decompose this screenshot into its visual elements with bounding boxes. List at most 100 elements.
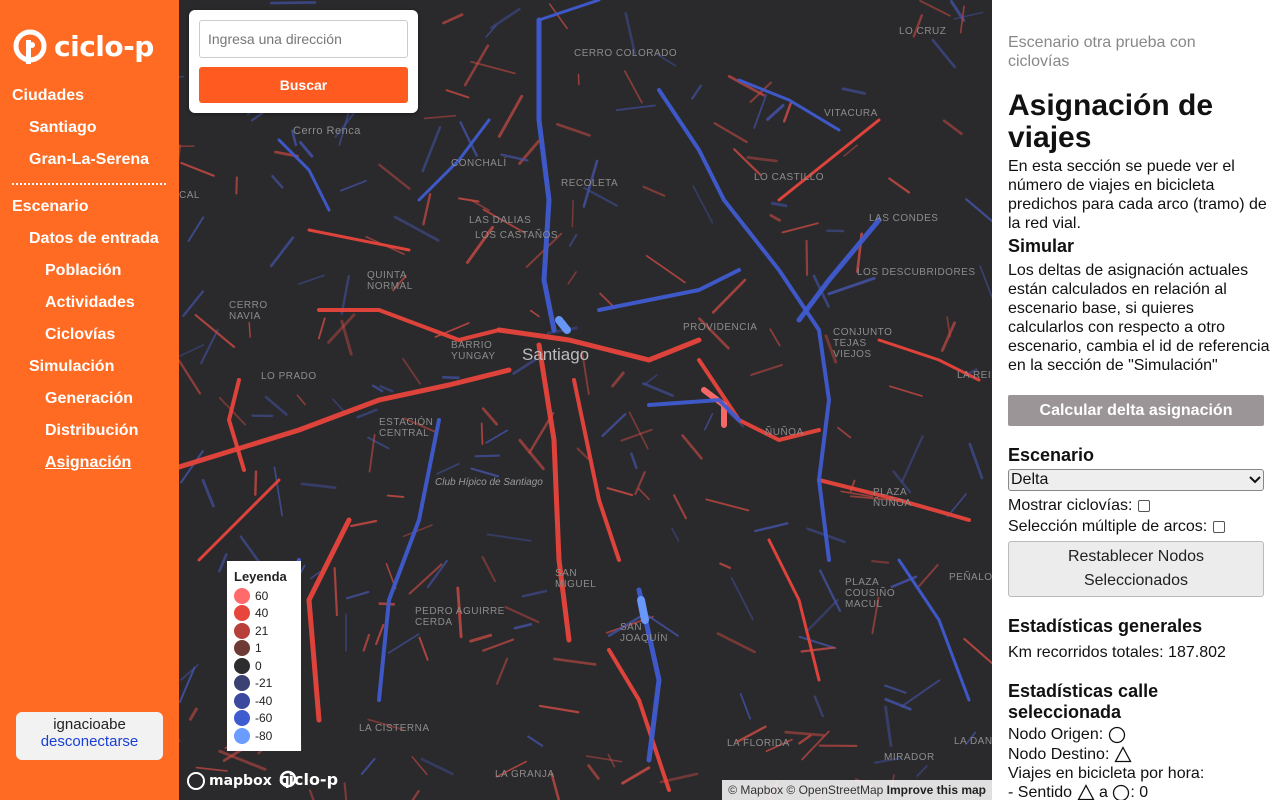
map-legend: Leyenda 60 40 21 1 0 -21 -40 -60 -80 xyxy=(227,561,301,751)
map-label: CONJUNTO TEJAS VIEJOS xyxy=(833,327,893,360)
direction-row: - Sentido a : 0 xyxy=(1008,783,1270,800)
legend-swatch xyxy=(234,710,250,727)
legend-title: Leyenda xyxy=(234,569,287,584)
address-search-input[interactable] xyxy=(199,20,408,58)
sidebar-item-ciudades[interactable]: Ciudades xyxy=(12,87,84,105)
map-label: CAL xyxy=(179,190,200,201)
sidebar-item-actividades[interactable]: Actividades xyxy=(45,294,135,312)
circle-icon xyxy=(1113,784,1130,800)
map-label: LA CISTERNA xyxy=(359,723,430,734)
map-label: PLAZA COUSIÑO MACUL xyxy=(845,577,896,610)
legend-swatch xyxy=(234,640,250,657)
mapbox-logo-text: mapbox xyxy=(209,773,272,789)
legend-item: -40 xyxy=(234,692,294,710)
map-label: QUINTA NORMAL xyxy=(367,270,413,292)
attribution-text[interactable]: © Mapbox © OpenStreetMap xyxy=(728,783,883,797)
map-label: PLAZA ÑUÑOA xyxy=(873,487,912,509)
legend-label: -21 xyxy=(255,676,273,691)
simulate-heading: Simular xyxy=(1008,236,1075,256)
ciclo-p-logo[interactable]: ciclo-p xyxy=(12,28,154,64)
sidebar-item-asignacion[interactable]: Asignación xyxy=(45,454,131,472)
map-view[interactable]: LO CRUZ CERRO COLORADO Cerro Renca VITAC… xyxy=(179,0,992,800)
scenario-heading: Escenario xyxy=(1008,445,1095,465)
map-label: MIRADOR xyxy=(884,752,935,763)
sidebar-item-simulacion[interactable]: Simulación xyxy=(29,358,114,376)
triangle-icon xyxy=(1077,784,1094,800)
legend-swatch xyxy=(234,657,250,674)
legend-label: -60 xyxy=(255,711,273,726)
page-description: En esta sección se puede ver el número d… xyxy=(1008,158,1267,232)
reset-button-line1: Restablecer Nodos xyxy=(1067,548,1205,565)
circle-icon xyxy=(1108,726,1125,743)
show-bikeways-label: Mostrar ciclovías: xyxy=(1008,497,1133,514)
sidebar-item-generacion[interactable]: Generación xyxy=(45,390,133,408)
general-stats-heading: Estadísticas generales xyxy=(1008,616,1203,636)
sidebar-item-datos-de-entrada[interactable]: Datos de entrada xyxy=(29,230,159,248)
map-label: LA REINA xyxy=(957,370,992,381)
map-attribution: © Mapbox © OpenStreetMap Improve this ma… xyxy=(722,780,992,800)
legend-item: 40 xyxy=(234,605,294,623)
calculate-delta-button[interactable]: Calcular delta asignación xyxy=(1008,395,1264,426)
legend-item: 21 xyxy=(234,622,294,640)
map-label: PEDRO AGUIRRE CERDA xyxy=(415,606,505,628)
map-label: SAN JOAQUÍN xyxy=(620,622,668,644)
map-label: PROVIDENCIA xyxy=(683,322,758,333)
scenario-select[interactable]: Delta xyxy=(1008,469,1264,491)
scenario-name: Escenario otra prueba con ciclovías xyxy=(1008,34,1196,70)
map-label: ÑUÑOA xyxy=(765,427,804,438)
multi-select-row: Selección múltiple de arcos: xyxy=(1008,518,1226,536)
legend-item: 60 xyxy=(234,587,294,605)
map-label: LOS CASTAÑOS xyxy=(475,230,559,241)
mapbox-icon xyxy=(187,772,205,790)
mapbox-logo[interactable]: mapbox xyxy=(187,772,272,790)
search-button[interactable]: Buscar xyxy=(199,67,408,103)
sidebar-item-gran-la-serena[interactable]: Gran-La-Serena xyxy=(29,151,149,169)
map-label: Cerro Renca xyxy=(293,125,361,137)
legend-swatch xyxy=(234,692,250,709)
multi-select-label: Selección múltiple de arcos: xyxy=(1008,518,1208,535)
legend-swatch xyxy=(234,622,250,639)
legend-swatch xyxy=(234,605,250,622)
legend-item: -80 xyxy=(234,727,294,745)
multi-select-checkbox[interactable] xyxy=(1213,521,1226,533)
map-label: LA GRANJA xyxy=(495,769,555,780)
map-label: BARRIO YUNGAY xyxy=(451,340,496,362)
ciclo-p-logo-icon xyxy=(13,29,47,64)
direction-mid: a xyxy=(1098,784,1108,800)
map-label: LA DANA xyxy=(954,736,992,747)
map-label: SAN MIGUEL xyxy=(555,568,597,590)
sidebar-divider xyxy=(12,183,166,185)
legend-item: 0 xyxy=(234,657,294,675)
sidebar-item-ciclovias[interactable]: Ciclovías xyxy=(45,326,115,344)
right-panel: Escenario otra prueba con ciclovías Asig… xyxy=(992,0,1280,800)
reset-button-line2: Seleccionados xyxy=(1083,572,1189,589)
map-label: RECOLETA xyxy=(561,178,619,189)
show-bikeways-row: Mostrar ciclovías: xyxy=(1008,497,1151,515)
legend-item: -21 xyxy=(234,675,294,693)
legend-label: -40 xyxy=(255,693,273,708)
dest-node-label: Nodo Destino: xyxy=(1008,746,1110,763)
sidebar-item-poblacion[interactable]: Población xyxy=(45,262,121,280)
brand-name: ciclo-p xyxy=(54,29,154,63)
legend-swatch xyxy=(234,587,250,604)
map-label: LA FLORIDA xyxy=(727,738,790,749)
logout-link[interactable]: desconectarse xyxy=(16,733,163,750)
sidebar-item-escenario[interactable]: Escenario xyxy=(12,198,88,216)
sidebar-item-distribucion[interactable]: Distribución xyxy=(45,422,138,440)
search-panel: Buscar xyxy=(189,10,418,113)
reset-nodes-button[interactable]: Restablecer Nodos Seleccionados xyxy=(1008,541,1264,597)
sidebar-item-santiago[interactable]: Santiago xyxy=(29,119,97,137)
origin-node-label: Nodo Origen: xyxy=(1008,726,1104,743)
legend-label: -80 xyxy=(255,728,273,743)
street-stats-heading: Estadísticas calle seleccionada xyxy=(1008,681,1159,722)
legend-swatch xyxy=(234,727,250,744)
origin-node-row: Nodo Origen: xyxy=(1008,725,1270,744)
map-label: VITACURA xyxy=(824,108,878,119)
map-label: LO PRADO xyxy=(261,371,317,382)
improve-map-link[interactable]: Improve this map xyxy=(887,783,986,797)
map-label: LOS DESCUBRIDORES xyxy=(857,267,976,278)
map-label: CERRO NAVIA xyxy=(229,300,268,322)
map-label: LO CASTILLO xyxy=(754,172,824,183)
map-label: LAS DALIAS xyxy=(469,215,532,226)
show-bikeways-checkbox[interactable] xyxy=(1138,500,1151,512)
